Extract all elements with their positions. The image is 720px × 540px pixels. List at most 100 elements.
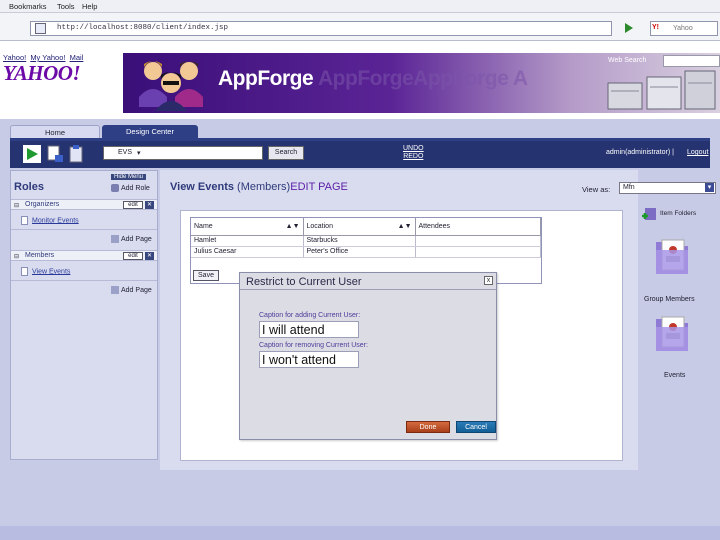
undo-redo: UNDO REDO: [403, 145, 424, 161]
expand-icon[interactable]: ⊟: [14, 202, 19, 209]
clipboard-icon[interactable]: [67, 145, 85, 163]
table-cell: Julius Caesar: [191, 246, 304, 258]
page-icon: [21, 267, 28, 276]
folder-icon[interactable]: [654, 313, 690, 353]
page-link-label: Monitor Events: [32, 217, 79, 225]
chevron-down-icon: ▾: [705, 183, 714, 192]
column-header[interactable]: Attendees: [415, 218, 541, 236]
done-button[interactable]: Done: [406, 421, 450, 433]
table-cell: Peter's Office: [303, 246, 416, 258]
user-label: admin(administrator) |: [606, 149, 674, 156]
column-header[interactable]: Name ▲▼: [191, 218, 304, 236]
delete-role-icon[interactable]: ✕: [145, 252, 154, 260]
chevron-down-icon: ▾: [137, 150, 141, 157]
close-icon[interactable]: x: [484, 276, 493, 285]
go-arrow-icon[interactable]: [624, 22, 634, 34]
table-header-row: Name ▲▼ Location ▲▼ Attendees: [191, 218, 541, 236]
sort-arrows-icon[interactable]: ▲▼: [286, 223, 300, 230]
page-icon: [35, 23, 46, 34]
web-search-input[interactable]: [663, 55, 720, 67]
role-name: Organizers: [25, 201, 60, 208]
page-header: Yahoo! My Yahoo! Mail YAHOO! AppForge Ap…: [0, 41, 720, 119]
delete-role-icon[interactable]: ✕: [145, 201, 154, 209]
address-toolbar: http://localhost:8080/client/index.jsp Y…: [0, 13, 720, 41]
folder-label-group-members[interactable]: Group Members: [644, 296, 695, 303]
edit-role-button[interactable]: edit: [123, 252, 143, 260]
view-as-select[interactable]: Mfn ▾: [619, 182, 716, 194]
item-folders-label[interactable]: Item Folders: [660, 210, 696, 217]
page-title-name: View Events: [170, 181, 234, 193]
add-page-label: Add Page: [121, 235, 152, 243]
add-role-button[interactable]: Add Role: [111, 184, 150, 192]
yahoo-search-logo: Y!: [652, 24, 659, 31]
column-header[interactable]: Location ▲▼: [303, 218, 416, 236]
menu-help[interactable]: Help: [82, 2, 97, 11]
brand-title: AppForge: [218, 67, 314, 90]
add-page-icon: [111, 286, 119, 294]
hide-menu-button[interactable]: Hide Menu: [111, 174, 147, 180]
view-as-value: Mfn: [623, 184, 635, 191]
expand-icon[interactable]: ⊟: [14, 253, 19, 260]
add-page-icon[interactable]: [46, 145, 64, 163]
menu-bookmarks[interactable]: Bookmarks: [9, 2, 47, 11]
divider: [11, 229, 157, 230]
play-icon[interactable]: [23, 145, 41, 163]
page-monitor-events[interactable]: Monitor Events: [21, 216, 79, 225]
add-page-button[interactable]: Add Page: [111, 286, 152, 294]
add-page-label: Add Page: [121, 286, 152, 294]
add-folder-icon[interactable]: [641, 206, 657, 222]
menu-tools[interactable]: Tools: [57, 2, 75, 11]
brand-watermark: AppForgeAppForge A: [318, 67, 528, 90]
table-cell: Hamlet: [191, 235, 304, 247]
page-title-role: (Members): [234, 181, 291, 193]
sort-arrows-icon[interactable]: ▲▼: [398, 223, 412, 230]
divider: [11, 280, 157, 281]
roles-panel: Hide Menu Roles Add Role ⊟ Organizers ed…: [10, 170, 158, 460]
design-toolbar: EVS ▾ Search UNDO REDO admin(administrat…: [10, 141, 710, 168]
save-button[interactable]: Save: [193, 270, 219, 281]
role-organizers[interactable]: ⊟ Organizers edit ✕: [11, 199, 157, 210]
caption-add-label: Caption for adding Current User:: [259, 312, 361, 319]
table-row[interactable]: Hamlet Starbucks: [191, 235, 541, 247]
url-field[interactable]: http://localhost:8080/client/index.jsp: [30, 21, 612, 36]
folder-icon[interactable]: [654, 236, 690, 276]
tab-design-center[interactable]: Design Center: [102, 125, 198, 138]
column-header-label: Name: [194, 222, 213, 230]
logout-link[interactable]: Logout: [687, 149, 708, 156]
caption-remove-input[interactable]: I won't attend: [259, 351, 359, 368]
column-header-label: Location: [306, 222, 333, 230]
restrict-user-dialog: Restrict to Current User x Caption for a…: [239, 272, 497, 440]
search-button[interactable]: Search: [268, 146, 304, 160]
role-members[interactable]: ⊟ Members edit ✕: [11, 250, 157, 261]
browser-menubar: Bookmarks Tools Help: [0, 0, 720, 13]
edit-role-button[interactable]: edit: [123, 201, 143, 209]
undo-link[interactable]: UNDO: [403, 145, 424, 153]
tab-home[interactable]: Home: [10, 125, 100, 138]
yahoo-logo[interactable]: YAHOO!: [3, 61, 81, 86]
roles-title: Roles: [14, 181, 44, 193]
page-view-events[interactable]: View Events: [21, 267, 70, 276]
caption-remove-label: Caption for removing Current User:: [259, 342, 368, 349]
view-as-label: View as:: [582, 185, 611, 194]
dialog-title: Restrict to Current User: [246, 276, 362, 288]
page-link-label: View Events: [32, 268, 71, 276]
caption-add-input[interactable]: I will attend: [259, 321, 359, 338]
status-strip: [0, 526, 720, 540]
add-page-button[interactable]: Add Page: [111, 235, 152, 243]
table-row[interactable]: Julius Caesar Peter's Office: [191, 246, 541, 258]
cancel-button[interactable]: Cancel: [456, 421, 496, 433]
folder-label-events[interactable]: Events: [664, 372, 685, 379]
servers-icon: [607, 70, 716, 110]
appforge-banner: AppForge AppForgeAppForge A Web Search: [123, 53, 720, 113]
pages-select[interactable]: EVS ▾: [103, 146, 263, 160]
column-header-label: Attendees: [418, 222, 451, 230]
yahoo-search-input[interactable]: Yahoo: [650, 21, 718, 36]
page-title: View Events (Members)EDIT PAGE: [170, 181, 348, 193]
edit-page-label: EDIT PAGE: [290, 181, 348, 193]
table-cell: [415, 246, 541, 258]
people-icon: [139, 61, 203, 111]
redo-link[interactable]: REDO: [403, 153, 424, 161]
add-page-icon: [111, 235, 119, 243]
pages-select-value: EVS: [118, 149, 133, 156]
dialog-divider: [240, 289, 496, 290]
